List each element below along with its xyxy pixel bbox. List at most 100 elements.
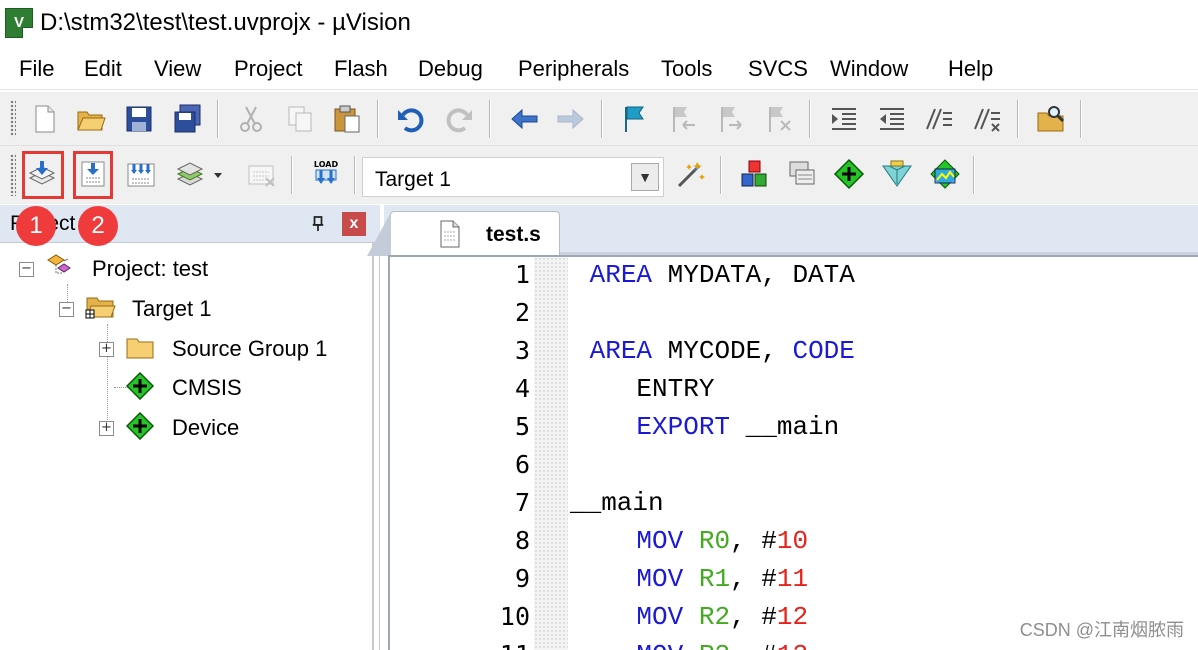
toolbar-grip[interactable] [10, 100, 16, 137]
comment-icon[interactable] [921, 101, 957, 137]
menu-svcs[interactable]: SVCS [748, 56, 808, 82]
line-number: 6 [514, 450, 530, 479]
line-number: 2 [514, 298, 530, 327]
window-title: D:\stm32\test\test.uvprojx - µVision [40, 9, 411, 36]
tree-item-target[interactable]: − Target 1 [0, 290, 370, 326]
menu-flash[interactable]: Flash [334, 56, 388, 82]
navigate-back-icon[interactable] [506, 101, 542, 137]
code-line: AREA MYDATA, DATA [574, 260, 855, 290]
code-number: 11 [776, 564, 809, 594]
chevron-down-icon[interactable]: ▼ [631, 163, 659, 191]
tree-label: Project: test [92, 256, 209, 281]
callout-badge-1: 1 [16, 206, 56, 246]
next-bookmark-icon[interactable] [713, 101, 749, 137]
line-number: 4 [514, 374, 530, 403]
code-keyword: MOV [636, 640, 683, 650]
file-toolbar [0, 92, 1198, 146]
code-keyword: MOV [636, 564, 684, 594]
tree-label: CMSIS [172, 375, 242, 400]
collapse-toggle[interactable]: − [59, 302, 74, 317]
menu-debug[interactable]: Debug [418, 56, 483, 82]
pack-installer-icon[interactable] [879, 156, 915, 192]
code-line: MOV R3, #13 [574, 640, 808, 650]
uncomment-icon[interactable] [969, 101, 1005, 137]
cut-icon[interactable] [233, 101, 269, 137]
tree-item-source-group[interactable]: + Source Group 1 [0, 330, 370, 366]
toolbar-separator [809, 100, 811, 138]
tree-item-device[interactable]: + Device [0, 409, 370, 445]
toolbar-separator [377, 100, 379, 138]
unindent-icon[interactable] [874, 101, 910, 137]
indent-icon[interactable] [826, 101, 862, 137]
bookmark-icon[interactable] [617, 101, 653, 137]
menu-tools[interactable]: Tools [661, 56, 712, 82]
batch-build-dropdown-icon[interactable] [208, 156, 228, 192]
new-file-icon[interactable] [27, 101, 63, 137]
code-number: 13 [777, 640, 808, 650]
find-in-files-icon[interactable] [1033, 101, 1069, 137]
paste-icon[interactable] [329, 101, 365, 137]
open-folder-icon[interactable] [73, 101, 109, 137]
code-line: EXPORT __main [574, 412, 839, 442]
expand-toggle[interactable]: + [99, 342, 114, 357]
component-diamond-icon [125, 412, 155, 440]
line-number: 7 [514, 488, 530, 517]
manage-components-icon[interactable] [736, 156, 772, 192]
tab-test-s[interactable]: test.s [367, 211, 560, 256]
menu-edit[interactable]: Edit [84, 56, 122, 82]
stop-build-icon[interactable] [244, 156, 280, 192]
editor-margin[interactable] [534, 257, 568, 650]
clear-bookmarks-icon[interactable] [761, 101, 797, 137]
tree-label: Device [172, 415, 240, 440]
menu-view[interactable]: View [154, 56, 201, 82]
line-number: 8 [514, 526, 530, 555]
toolbar-separator [489, 100, 491, 138]
code-line: MOV R1, #11 [574, 564, 808, 594]
menu-window[interactable]: Window [830, 56, 908, 82]
code-keyword: AREA [589, 260, 653, 290]
undo-icon[interactable] [393, 101, 429, 137]
rebuild-icon[interactable] [123, 156, 159, 192]
menu-peripherals[interactable]: Peripherals [518, 56, 629, 82]
menu-file[interactable]: File [19, 56, 54, 82]
menu-project[interactable]: Project [234, 56, 302, 82]
code-text: __main [570, 488, 664, 518]
expand-toggle[interactable]: + [99, 421, 114, 436]
load-icon[interactable]: LOAD [308, 156, 344, 192]
toolbar-separator [1080, 100, 1082, 138]
line-number: 3 [514, 336, 530, 365]
code-line: MOV R2, #12 [574, 602, 808, 632]
save-icon[interactable] [121, 101, 157, 137]
folder-icon [126, 338, 154, 359]
project-panel: Project x − Project: test − Target 1 + S… [0, 205, 380, 650]
tree-item-project[interactable]: − Project: test [0, 250, 370, 286]
load-label: LOAD [314, 160, 339, 169]
target-options-icon[interactable] [673, 156, 709, 192]
batch-build-icon[interactable] [173, 156, 209, 192]
title-bar: V D:\stm32\test\test.uvprojx - µVision [0, 0, 1198, 48]
code-keyword: EXPORT [636, 412, 731, 442]
prev-bookmark-icon[interactable] [665, 101, 701, 137]
target-select[interactable]: Target 1 ▼ [362, 157, 664, 197]
toolbar-separator [354, 156, 356, 194]
tab-label: test.s [486, 223, 541, 246]
code-editor[interactable]: 1234567891011 AREA MYDATA, DATA AREA MYC… [388, 255, 1198, 650]
redo-icon[interactable] [441, 101, 477, 137]
close-panel-button[interactable]: x [342, 212, 366, 236]
toolbar-separator [601, 100, 603, 138]
toolbar-grip[interactable] [10, 154, 16, 196]
editor-area: test.s 1234567891011 AREA MYDATA, DATA A… [367, 205, 1198, 650]
manage-multi-project-icon[interactable] [784, 156, 820, 192]
copy-icon[interactable] [282, 101, 318, 137]
navigate-forward-icon[interactable] [553, 101, 589, 137]
collapse-toggle[interactable]: − [19, 262, 34, 277]
run-time-environment-icon[interactable] [831, 156, 867, 192]
tree-item-cmsis[interactable]: CMSIS [0, 369, 370, 405]
event-recorder-icon[interactable] [927, 156, 963, 192]
menu-help[interactable]: Help [948, 56, 993, 82]
target-select-value: Target 1 [375, 168, 451, 191]
save-all-icon[interactable] [169, 101, 205, 137]
pin-icon[interactable] [307, 212, 329, 236]
